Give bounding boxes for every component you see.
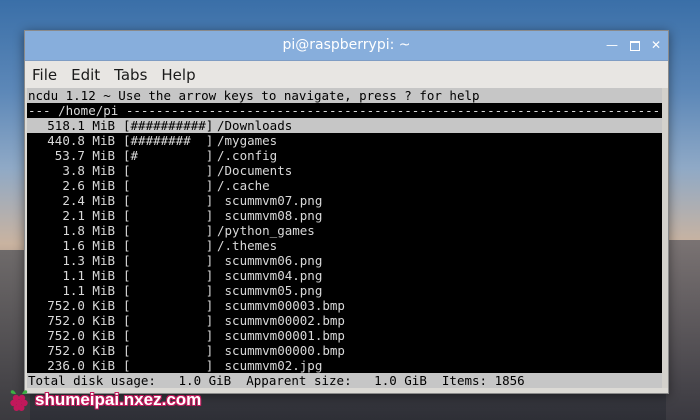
file-name: scummvm08.png (217, 208, 323, 223)
file-name: scummvm00002.bmp (217, 313, 345, 328)
file-size: 1.6 MiB (62, 238, 115, 253)
file-name: /.config (217, 148, 278, 163)
file-size: 752.0 KiB (47, 298, 115, 313)
ncdu-header: ncdu 1.12 ~ Use the arrow keys to naviga… (27, 88, 666, 103)
file-name: /.cache (217, 178, 270, 193)
terminal-window: pi@raspberrypi: ~ — ✕ File Edit Tabs Hel… (24, 30, 669, 394)
usage-bar: [ ] (123, 163, 214, 178)
file-size: 2.1 MiB (62, 208, 115, 223)
raspberry-logo (10, 390, 28, 411)
file-name: scummvm00003.bmp (217, 298, 345, 313)
file-name: scummvm04.png (217, 268, 323, 283)
file-name: scummvm06.png (217, 253, 323, 268)
file-name: scummvm05.png (217, 283, 323, 298)
file-name: scummvm07.png (217, 193, 323, 208)
file-name: /.themes (217, 238, 278, 253)
file-size: 3.8 MiB (62, 163, 115, 178)
usage-bar: [ ] (123, 238, 214, 253)
file-row[interactable]: 2.6 MiB [ ]/.cache (27, 178, 666, 193)
file-row[interactable]: 752.0 KiB [ ] scummvm00000.bmp (27, 343, 666, 358)
file-size: 236.0 KiB (47, 358, 115, 373)
file-row[interactable]: 440.8 MiB [######## ]/mygames (27, 133, 666, 148)
watermark-text: shumeipai.nxez.com (35, 390, 202, 409)
file-name: scummvm02.jpg (217, 358, 323, 373)
close-icon[interactable]: ✕ (649, 38, 663, 52)
file-row[interactable]: 1.8 MiB [ ]/python_games (27, 223, 666, 238)
usage-bar: [ ] (123, 313, 214, 328)
file-row[interactable]: 1.3 MiB [ ] scummvm06.png (27, 253, 666, 268)
file-name: /mygames (217, 133, 278, 148)
file-size: 53.7 MiB (54, 148, 115, 163)
file-size: 2.6 MiB (62, 178, 115, 193)
file-name: scummvm00001.bmp (217, 328, 345, 343)
menu-help[interactable]: Help (161, 66, 195, 84)
terminal-scrollbar[interactable] (662, 88, 668, 388)
file-size: 1.1 MiB (62, 268, 115, 283)
file-row[interactable]: 752.0 KiB [ ] scummvm00002.bmp (27, 313, 666, 328)
terminal-area[interactable]: ncdu 1.12 ~ Use the arrow keys to naviga… (27, 88, 666, 388)
menu-file[interactable]: File (32, 66, 57, 84)
ncdu-footer: Total disk usage: 1.0 GiB Apparent size:… (27, 373, 666, 388)
file-row[interactable]: 2.1 MiB [ ] scummvm08.png (27, 208, 666, 223)
file-row[interactable]: 53.7 MiB [# ]/.config (27, 148, 666, 163)
file-size: 518.1 MiB (47, 118, 115, 133)
file-row[interactable]: 518.1 MiB [##########]/Downloads (27, 118, 666, 133)
usage-bar: [ ] (123, 178, 214, 193)
file-row[interactable]: 752.0 KiB [ ] scummvm00003.bmp (27, 298, 666, 313)
desktop-background-right (666, 240, 700, 420)
file-row[interactable]: 1.1 MiB [ ] scummvm04.png (27, 268, 666, 283)
usage-bar: [ ] (123, 268, 214, 283)
minimize-icon[interactable]: — (605, 38, 619, 52)
file-name: /Documents (217, 163, 293, 178)
file-name: /python_games (217, 223, 315, 238)
watermark: shumeipai.nxez.com (6, 387, 201, 413)
usage-bar: [ ] (123, 223, 214, 238)
file-row[interactable]: 236.0 KiB [ ] scummvm02.jpg (27, 358, 666, 373)
usage-bar: [ ] (123, 208, 214, 223)
file-size: 1.1 MiB (62, 283, 115, 298)
file-size: 752.0 KiB (47, 328, 115, 343)
usage-bar: [ ] (123, 328, 214, 343)
file-size: 1.8 MiB (62, 223, 115, 238)
file-name: scummvm00000.bmp (217, 343, 345, 358)
file-name: /Downloads (217, 118, 293, 133)
usage-bar: [ ] (123, 358, 214, 373)
menu-bar: File Edit Tabs Help (25, 61, 668, 88)
file-row[interactable]: 752.0 KiB [ ] scummvm00001.bmp (27, 328, 666, 343)
file-size: 440.8 MiB (47, 133, 115, 148)
usage-bar: [ ] (123, 193, 214, 208)
file-row[interactable]: 1.6 MiB [ ]/.themes (27, 238, 666, 253)
usage-bar: [ ] (123, 283, 214, 298)
menu-tabs[interactable]: Tabs (114, 66, 147, 84)
file-size: 2.4 MiB (62, 193, 115, 208)
file-row[interactable]: 1.1 MiB [ ] scummvm05.png (27, 283, 666, 298)
usage-bar: [ ] (123, 253, 214, 268)
ncdu-path-line: --- /home/pi ---------------------------… (28, 103, 666, 118)
usage-bar: [######## ] (123, 133, 214, 148)
menu-edit[interactable]: Edit (71, 66, 100, 84)
usage-bar: [# ] (123, 148, 214, 163)
file-size: 1.3 MiB (62, 253, 115, 268)
file-size: 752.0 KiB (47, 343, 115, 358)
ncdu-file-list: 518.1 MiB [##########]/Downloads 440.8 MiB… (27, 118, 666, 373)
usage-bar: [ ] (123, 298, 214, 313)
file-size: 752.0 KiB (47, 313, 115, 328)
window-title: pi@raspberrypi: ~ (282, 37, 411, 53)
file-row[interactable]: 3.8 MiB [ ]/Documents (27, 163, 666, 178)
window-titlebar[interactable]: pi@raspberrypi: ~ — ✕ (25, 31, 668, 61)
maximize-icon[interactable] (628, 38, 642, 52)
usage-bar: [ ] (123, 343, 214, 358)
usage-bar: [##########] (123, 118, 214, 133)
file-row[interactable]: 2.4 MiB [ ] scummvm07.png (27, 193, 666, 208)
